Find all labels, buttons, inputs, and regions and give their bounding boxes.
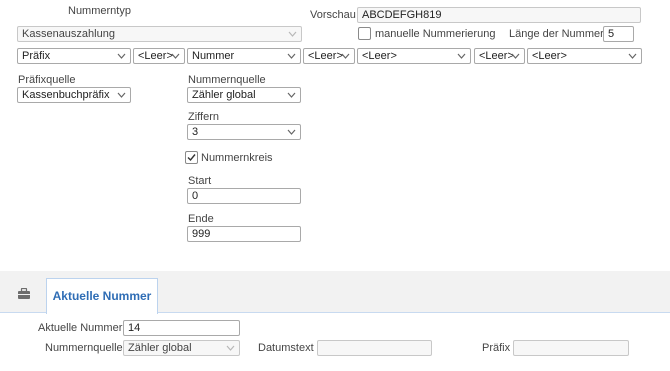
- praefixquelle-select[interactable]: Kassenbuchpräfix: [17, 87, 131, 103]
- chevron-down-icon: [341, 52, 350, 60]
- praefixquelle-label: Präfixquelle: [18, 74, 76, 86]
- nummerntyp-value: Kassenauszahlung: [22, 28, 115, 40]
- ende-input[interactable]: 999: [187, 226, 301, 242]
- segment-select-5[interactable]: <Leer>: [357, 48, 471, 64]
- chevron-down-icon: [628, 52, 637, 60]
- segment-value: <Leer>: [479, 50, 514, 62]
- ende-label: Ende: [188, 213, 214, 225]
- datumstext-label: Datumstext: [258, 342, 314, 354]
- segment-value: <Leer>: [308, 50, 343, 62]
- segment-select-2[interactable]: <Leer>: [133, 48, 185, 64]
- segment-value: <Leer>: [362, 50, 397, 62]
- toolbox-icon[interactable]: [17, 287, 31, 300]
- start-label: Start: [188, 175, 212, 187]
- nummerntyp-select[interactable]: Kassenauszahlung: [17, 26, 302, 42]
- chevron-down-icon: [511, 52, 520, 60]
- chevron-down-icon: [117, 91, 126, 99]
- vorschau-field: ABCDEFGH819: [357, 7, 641, 23]
- chevron-down-icon: [457, 52, 466, 60]
- manuelle-nummerierung-label: manuelle Nummerierung: [375, 28, 496, 40]
- laenge-label: Länge der Nummer: [509, 28, 604, 40]
- laenge-input[interactable]: 5: [603, 26, 634, 42]
- segment-select-3[interactable]: Nummer: [187, 48, 301, 64]
- praefix-field: [513, 340, 629, 356]
- checkmark-icon: [187, 154, 196, 162]
- praefix-label: Präfix: [482, 342, 511, 354]
- nummernquelle-label: Nummernquelle: [188, 74, 266, 86]
- chevron-down-icon: [288, 30, 297, 38]
- nummernkreis-label: Nummernkreis: [201, 152, 273, 164]
- vorschau-label: Vorschau: [310, 9, 356, 21]
- tab-label: Aktuelle Nummer: [52, 289, 152, 303]
- nummernquelle-select[interactable]: Zähler global: [187, 87, 301, 103]
- ziffern-select[interactable]: 3: [187, 124, 301, 140]
- chevron-down-icon: [287, 91, 296, 99]
- nummernquelle-value: Zähler global: [192, 89, 256, 101]
- datumstext-field: [317, 340, 432, 356]
- nummernquelle-value-2: Zähler global: [128, 342, 192, 354]
- ziffern-label: Ziffern: [188, 111, 219, 123]
- nummerntyp-label: Nummerntyp: [68, 5, 131, 17]
- ziffern-value: 3: [192, 126, 199, 138]
- chevron-down-icon: [171, 52, 180, 60]
- aktuelle-nummer-input[interactable]: 14: [123, 320, 240, 336]
- segment-select-1[interactable]: Präfix: [17, 48, 131, 64]
- praefixquelle-value: Kassenbuchpräfix: [22, 89, 110, 101]
- segment-value: Präfix: [22, 50, 51, 62]
- segment-select-4[interactable]: <Leer>: [303, 48, 355, 64]
- nummernquelle-label-2: Nummernquelle: [45, 342, 123, 354]
- nummernquelle-select-2[interactable]: Zähler global: [123, 340, 240, 356]
- aktuelle-nummer-label: Aktuelle Nummer: [38, 322, 123, 334]
- chevron-down-icon: [117, 52, 126, 60]
- segment-select-7[interactable]: <Leer>: [527, 48, 642, 64]
- manuelle-nummerierung-checkbox[interactable]: [358, 27, 371, 40]
- chevron-down-icon: [287, 52, 296, 60]
- tab-aktuelle-nummer[interactable]: Aktuelle Nummer: [46, 278, 158, 314]
- chevron-down-icon: [226, 344, 235, 352]
- chevron-down-icon: [287, 128, 296, 136]
- nummernkreis-checkbox[interactable]: [185, 151, 198, 164]
- segment-value: <Leer>: [138, 50, 173, 62]
- segment-value: <Leer>: [532, 50, 567, 62]
- segment-value: Nummer: [192, 50, 235, 62]
- start-input[interactable]: 0: [187, 188, 301, 204]
- segment-select-6[interactable]: <Leer>: [474, 48, 525, 64]
